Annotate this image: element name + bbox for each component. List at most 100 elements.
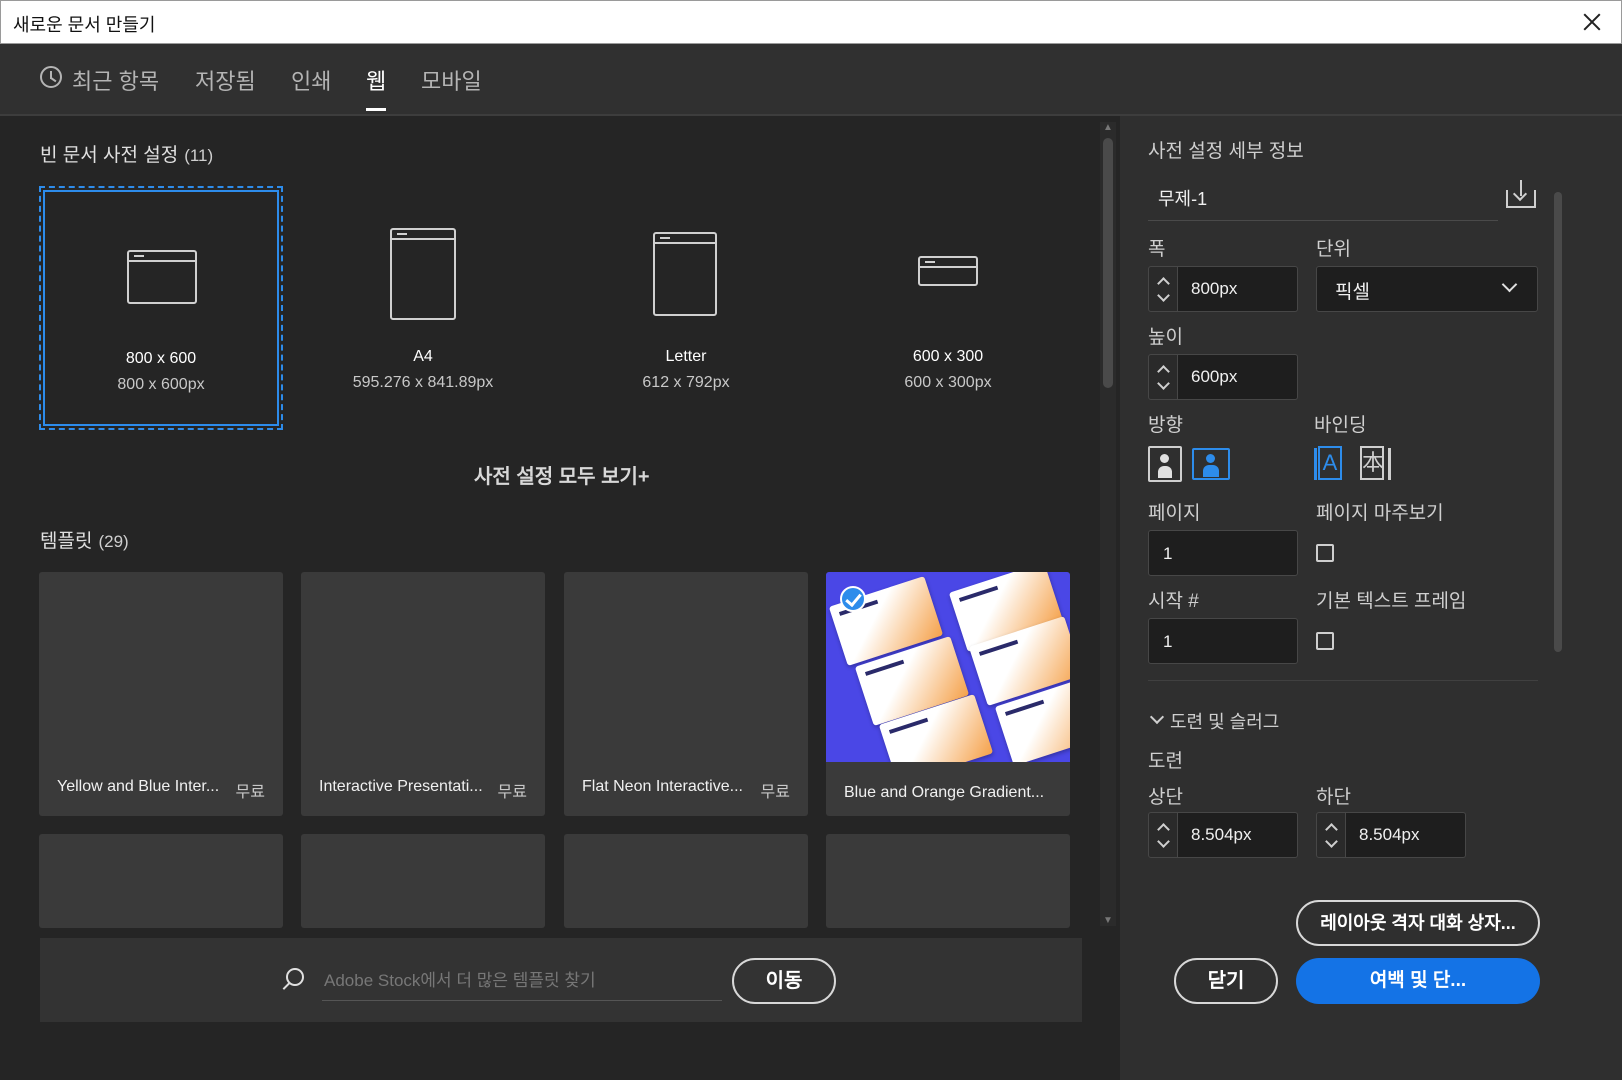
save-preset-icon[interactable] <box>1506 180 1536 208</box>
preset-size: 595.276 x 841.89px <box>352 374 494 391</box>
free-badge: 무료 <box>497 784 527 801</box>
blank-presets-count: (11) <box>184 146 214 165</box>
top-bleed-input[interactable] <box>1189 824 1293 846</box>
height-label: 높이 <box>1148 327 1183 348</box>
template-card[interactable] <box>301 834 545 928</box>
portrait-doc-icon <box>653 232 717 316</box>
landscape-orientation-icon[interactable] <box>1192 448 1230 480</box>
preset-a4[interactable]: A4 595.276 x 841.89px <box>301 186 545 430</box>
tab-print[interactable]: 인쇄 <box>291 64 331 96</box>
details-scrollbar[interactable] <box>1550 178 1566 858</box>
template-name: Blue and Orange Gradient... <box>844 784 1045 801</box>
stock-search-input[interactable] <box>322 962 722 1001</box>
presets-scrollbar[interactable]: ▲ ▼ <box>1100 122 1116 926</box>
binding-rtl-glyph: 本 <box>1360 446 1384 480</box>
bottom-bleed-stepper[interactable] <box>1316 812 1346 858</box>
facing-pages-label: 페이지 마주보기 <box>1316 503 1444 524</box>
preset-size: 612 x 792px <box>642 374 730 391</box>
template-card[interactable]: Yellow and Blue Inter... 무료 <box>39 572 283 816</box>
start-number-field[interactable] <box>1148 618 1298 664</box>
layout-grid-dialog-button[interactable]: 레이아웃 격자 대화 상자... <box>1296 900 1540 946</box>
margins-columns-button[interactable]: 여백 및 단... <box>1296 958 1540 1004</box>
clock-icon <box>40 66 62 88</box>
window-title: 새로운 문서 만들기 <box>13 15 156 35</box>
templates-count: (29) <box>98 532 129 551</box>
chevron-down-icon[interactable] <box>1149 709 1165 725</box>
template-thumbnail <box>826 572 1070 762</box>
binding-ltr-glyph: A <box>1318 446 1342 480</box>
binding-label: 바인딩 <box>1314 415 1367 436</box>
primary-text-frame-checkbox[interactable] <box>1316 632 1334 650</box>
chevron-down-icon <box>1501 276 1518 293</box>
portrait-orientation-icon[interactable] <box>1148 446 1182 482</box>
template-card-selected[interactable]: Blue and Orange Gradient... <box>826 572 1070 816</box>
height-stepper[interactable] <box>1148 354 1178 400</box>
orientation-label: 방향 <box>1148 415 1183 436</box>
template-name: Yellow and Blue Inter... <box>57 778 220 795</box>
template-card[interactable] <box>39 834 283 928</box>
preset-details-panel: 사전 설정 세부 정보 폭 단위 픽셀 높이 방향 바인딩 A 本 페이지 페이… <box>1120 116 1622 1080</box>
go-button[interactable]: 이동 <box>732 958 836 1004</box>
tab-saved[interactable]: 저장됨 <box>195 64 256 96</box>
height-field[interactable] <box>1178 354 1298 400</box>
units-label: 단위 <box>1316 239 1351 260</box>
bottom-label: 하단 <box>1316 787 1351 808</box>
landscape-doc-icon <box>127 250 197 304</box>
checkmark-icon <box>840 586 866 612</box>
binding-left-to-right-icon[interactable]: A <box>1314 446 1344 482</box>
width-stepper[interactable] <box>1148 266 1178 312</box>
width-label: 폭 <box>1148 239 1166 260</box>
search-icon <box>286 968 304 986</box>
preset-letter[interactable]: Letter 612 x 792px <box>564 186 808 430</box>
close-icon[interactable] <box>1579 9 1605 35</box>
tab-web[interactable]: 웹 <box>366 64 387 111</box>
tab-mobile[interactable]: 모바일 <box>421 64 482 96</box>
see-all-presets-link[interactable]: 사전 설정 모두 보기+ <box>474 460 650 489</box>
preset-name: Letter <box>665 348 707 365</box>
preset-name: 800 x 600 <box>125 350 197 367</box>
binding-right-to-left-icon[interactable]: 本 <box>1360 446 1391 482</box>
preset-size: 600 x 300px <box>904 374 992 391</box>
units-value: 픽셀 <box>1335 282 1370 303</box>
width-field[interactable] <box>1178 266 1298 312</box>
stock-search-bar: 이동 <box>40 938 1082 1022</box>
close-button[interactable]: 닫기 <box>1174 958 1278 1004</box>
preset-600x300[interactable]: 600 x 300 600 x 300px <box>826 186 1070 430</box>
bleed-slug-toggle[interactable]: 도련 및 슬러그 <box>1170 708 1279 734</box>
template-card[interactable] <box>564 834 808 928</box>
preset-name: A4 <box>413 348 433 365</box>
title-bar: 새로운 문서 만들기 <box>0 0 1622 44</box>
facing-pages-checkbox[interactable] <box>1316 544 1334 562</box>
preset-800x600[interactable]: 800 x 600 800 x 600px <box>39 186 283 430</box>
details-heading: 사전 설정 세부 정보 <box>1148 141 1304 162</box>
top-bleed-field[interactable] <box>1178 812 1298 858</box>
units-dropdown[interactable]: 픽셀 <box>1316 266 1538 312</box>
template-name: Interactive Presentati... <box>319 778 483 795</box>
blank-presets-heading: 빈 문서 사전 설정 (11) <box>40 140 213 167</box>
bottom-bleed-input[interactable] <box>1357 824 1461 846</box>
portrait-doc-icon <box>390 228 456 320</box>
start-number-label: 시작 # <box>1148 591 1199 612</box>
height-input[interactable] <box>1189 366 1293 388</box>
pages-field[interactable] <box>1148 530 1298 576</box>
free-badge: 무료 <box>235 784 265 801</box>
top-bleed-stepper[interactable] <box>1148 812 1178 858</box>
templates-title: 템플릿 <box>40 531 93 552</box>
tab-recent[interactable]: 최근 항목 <box>72 64 159 96</box>
pages-label: 페이지 <box>1148 503 1201 524</box>
width-input[interactable] <box>1189 278 1293 300</box>
start-number-input[interactable] <box>1161 629 1293 655</box>
primary-text-frame-label: 기본 텍스트 프레임 <box>1316 591 1467 612</box>
document-name-input[interactable] <box>1156 186 1480 209</box>
templates-heading: 템플릿 (29) <box>40 526 129 553</box>
preset-name: 600 x 300 <box>912 348 984 365</box>
banner-doc-icon <box>918 256 978 286</box>
template-card[interactable]: Interactive Presentati... 무료 <box>301 572 545 816</box>
template-card[interactable] <box>826 834 1070 928</box>
template-card[interactable]: Flat Neon Interactive... 무료 <box>564 572 808 816</box>
pages-input[interactable] <box>1161 541 1293 567</box>
bottom-bleed-field[interactable] <box>1346 812 1466 858</box>
divider <box>1148 680 1538 681</box>
free-badge: 무료 <box>760 784 790 801</box>
document-name-field[interactable] <box>1148 176 1498 221</box>
